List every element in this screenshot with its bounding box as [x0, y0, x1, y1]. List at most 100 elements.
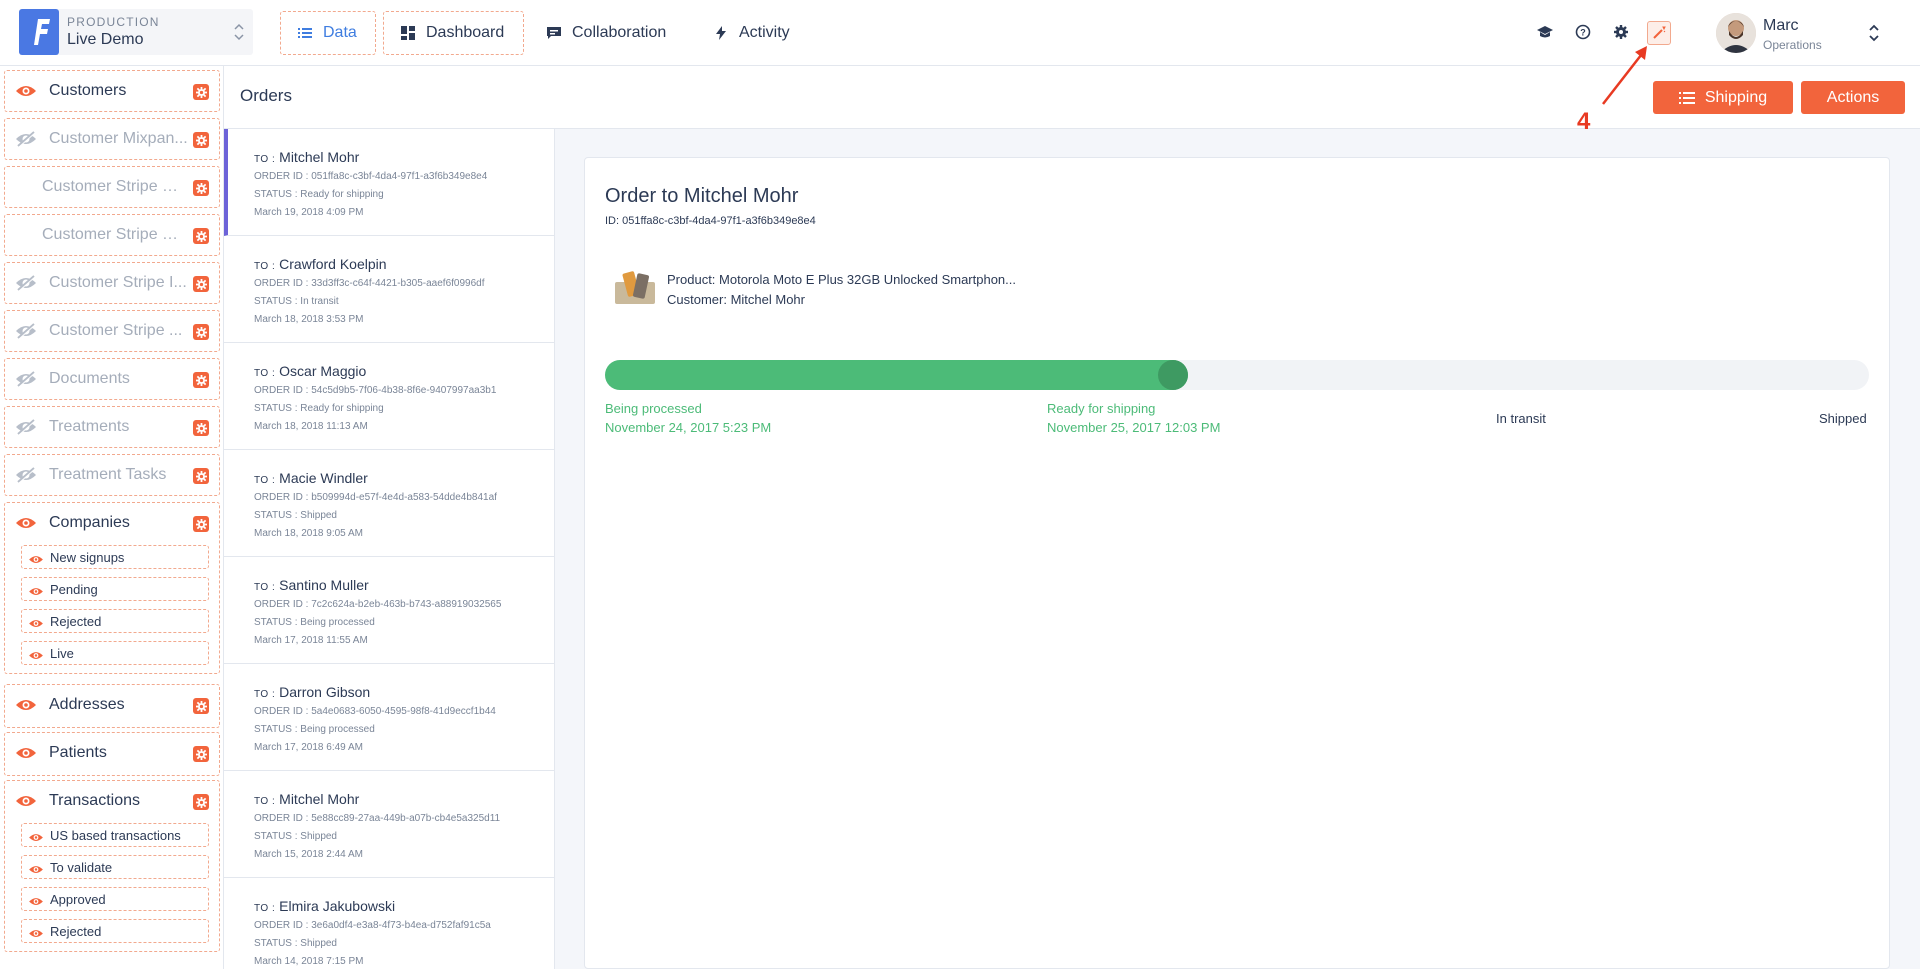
segment-item[interactable]: To validate [21, 855, 209, 879]
environment-switcher[interactable]: PRODUCTION Live Demo [19, 9, 253, 55]
eye-icon[interactable] [28, 648, 44, 659]
collection-settings-icon[interactable] [193, 698, 209, 714]
eye-icon[interactable] [15, 83, 37, 99]
actions-button[interactable]: Actions [1801, 81, 1905, 114]
tab-activity[interactable]: Activity [713, 11, 813, 55]
sidebar-item[interactable]: Customer Stripe I... [4, 262, 220, 304]
tab-collaboration[interactable]: Collaboration [546, 11, 686, 55]
order-list-item[interactable]: TO : Darron Gibson ORDER ID : 5a4e0683-6… [224, 664, 554, 771]
tab-dashboard[interactable]: Dashboard [383, 11, 524, 55]
sidebar: Customers Customer Mixpan... Customer Stri… [0, 66, 224, 969]
sidebar-item[interactable]: Treatments [4, 406, 220, 448]
recipient-name: Mitchel Mohr [279, 149, 360, 165]
magic-wand-icon [1653, 26, 1666, 39]
order-list-item[interactable]: TO : Mitchel Mohr ORDER ID : 051ffa8c-c3… [224, 129, 554, 236]
collection-settings-icon[interactable] [193, 372, 209, 388]
collection-settings-icon[interactable] [193, 324, 209, 340]
to-prefix: TO : [254, 368, 276, 379]
order-status: STATUS : Being processed [254, 724, 375, 735]
collection-settings-icon[interactable] [193, 516, 209, 532]
eye-icon[interactable] [28, 894, 44, 905]
segment-item[interactable]: Rejected [21, 919, 209, 943]
sidebar-item[interactable]: Documents [4, 358, 220, 400]
chevron-updown-icon[interactable] [1868, 22, 1880, 44]
order-date: March 18, 2018 11:13 AM [254, 421, 368, 432]
order-date: March 19, 2018 4:09 PM [254, 207, 364, 218]
order-id: ORDER ID : 051ffa8c-c3bf-4da4-97f1-a3f6b… [254, 171, 488, 182]
eye-off-icon[interactable] [15, 371, 37, 388]
segment-item[interactable]: US based transactions [21, 823, 209, 847]
collection-settings-icon[interactable] [193, 84, 209, 100]
sidebar-item[interactable]: Customers [4, 70, 220, 112]
annotation-arrow [1602, 46, 1647, 105]
segment-item[interactable]: Live [21, 641, 209, 665]
eye-icon[interactable] [15, 697, 37, 713]
order-detail-id: ID: 051ffa8c-c3bf-4da4-97f1-a3f6b349e8e4 [605, 215, 816, 227]
segment-item[interactable]: Rejected [21, 609, 209, 633]
order-recipient: TO : Oscar Maggio [254, 363, 366, 379]
eye-off-icon[interactable] [15, 131, 37, 148]
collection-settings-icon[interactable] [193, 180, 209, 196]
collection-settings-icon[interactable] [193, 228, 209, 244]
eye-icon[interactable] [15, 793, 37, 809]
order-list-item[interactable]: TO : Oscar Maggio ORDER ID : 54c5d9b5-7f… [224, 343, 554, 450]
sidebar-item[interactable]: Treatment Tasks [4, 454, 220, 496]
eye-off-icon[interactable] [15, 275, 37, 292]
order-id: ORDER ID : 54c5d9b5-7f06-4b38-8f6e-94079… [254, 385, 497, 396]
sidebar-item[interactable]: Customer Stripe C... [4, 214, 220, 256]
order-date: March 15, 2018 2:44 AM [254, 849, 363, 860]
eye-icon[interactable] [15, 515, 37, 531]
recipient-name: Darron Gibson [279, 684, 371, 700]
academy-icon[interactable] [1535, 22, 1555, 42]
order-list-item[interactable]: TO : Elmira Jakubowski ORDER ID : 3e6a0d… [224, 878, 554, 969]
collection-settings-icon[interactable] [193, 132, 209, 148]
order-status: STATUS : Ready for shipping [254, 403, 384, 414]
order-list-item[interactable]: TO : Mitchel Mohr ORDER ID : 5e88cc89-27… [224, 771, 554, 878]
segment-item[interactable]: Approved [21, 887, 209, 911]
recipient-name: Macie Windler [279, 470, 368, 486]
collection-settings-icon[interactable] [193, 746, 209, 762]
shipping-button[interactable]: Shipping [1653, 81, 1793, 114]
collection-settings-icon[interactable] [193, 794, 209, 810]
sidebar-group-transactions[interactable]: Transactions US based transactions To vali… [4, 780, 220, 952]
to-prefix: TO : [254, 689, 276, 700]
collection-settings-icon[interactable] [193, 420, 209, 436]
eye-off-icon[interactable] [15, 323, 37, 340]
order-list-item[interactable]: TO : Crawford Koelpin ORDER ID : 33d3ff3… [224, 236, 554, 343]
page-title: Orders [240, 86, 292, 105]
order-list-item[interactable]: TO : Macie Windler ORDER ID : b509994d-e… [224, 450, 554, 557]
eye-off-icon[interactable] [15, 467, 37, 484]
avatar[interactable] [1716, 13, 1756, 53]
gear-icon[interactable] [1611, 22, 1631, 42]
sidebar-item[interactable]: Customer Stripe ... [4, 310, 220, 352]
recipient-name: Mitchel Mohr [279, 791, 360, 807]
order-recipient: TO : Mitchel Mohr [254, 791, 359, 807]
eye-icon[interactable] [28, 584, 44, 595]
sidebar-group-companies[interactable]: Companies New signups Pending Rejected Live [4, 502, 220, 674]
segment-item[interactable]: Pending [21, 577, 209, 601]
sidebar-item[interactable]: Customer Stripe B... [4, 166, 220, 208]
sidebar-group-addresses[interactable]: Addresses [4, 684, 220, 728]
collection-settings-icon[interactable] [193, 468, 209, 484]
collection-settings-icon[interactable] [193, 276, 209, 292]
eye-icon[interactable] [28, 552, 44, 563]
step-label: Ready for shipping [1047, 401, 1156, 416]
step-date: November 25, 2017 12:03 PM [1047, 420, 1221, 435]
step-label: Shipped [1819, 411, 1867, 426]
sidebar-item-label: Customer Mixpan... [49, 130, 188, 147]
eye-icon[interactable] [28, 830, 44, 841]
eye-icon[interactable] [15, 745, 37, 761]
tab-data[interactable]: Data [280, 11, 376, 55]
order-list-item[interactable]: TO : Santino Muller ORDER ID : 7c2c624a-… [224, 557, 554, 664]
help-icon[interactable]: ? [1573, 22, 1593, 42]
eye-icon[interactable] [28, 616, 44, 627]
segment-item[interactable]: New signups [21, 545, 209, 569]
eye-icon[interactable] [28, 926, 44, 937]
eye-off-icon[interactable] [15, 419, 37, 436]
tab-collaboration-label: Collaboration [572, 24, 667, 41]
sidebar-group-patients[interactable]: Patients [4, 732, 220, 776]
sidebar-item[interactable]: Customer Mixpan... [4, 118, 220, 160]
eye-icon[interactable] [28, 862, 44, 873]
order-status: STATUS : In transit [254, 296, 339, 307]
segment-label: Rejected [50, 924, 102, 939]
